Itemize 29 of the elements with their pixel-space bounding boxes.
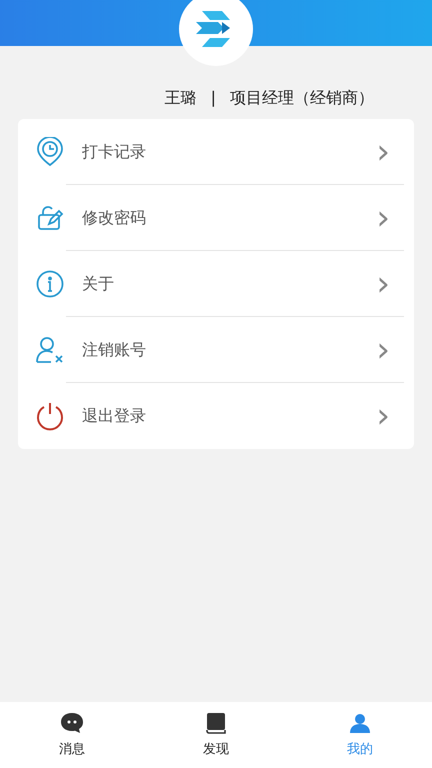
menu-item[interactable]: 退出登录 ›	[18, 383, 414, 449]
menu-label: 修改密码	[82, 208, 147, 228]
chevron-icon: ›	[376, 267, 390, 301]
edit-lock-icon	[36, 204, 64, 232]
user-icon	[349, 712, 371, 734]
menu-label: 打卡记录	[82, 142, 147, 162]
menu-item[interactable]: 打卡记录 ›	[18, 119, 414, 185]
user-role: 项目经理（经销商）	[230, 88, 374, 109]
user-remove-icon	[35, 336, 65, 364]
menu-label: 注销账号	[82, 340, 147, 360]
chevron-icon: ›	[376, 201, 390, 235]
menu-item[interactable]: 修改密码 ›	[18, 185, 414, 251]
power-icon	[35, 401, 65, 431]
nav-tab[interactable]: 我的	[288, 702, 432, 768]
menu-item[interactable]: 注销账号 ›	[18, 317, 414, 383]
chevron-icon: ›	[376, 333, 390, 367]
menu-label: 退出登录	[82, 406, 147, 426]
nav-tab[interactable]: 消息	[0, 702, 144, 768]
chevron-icon: ›	[376, 399, 390, 433]
chevron-icon: ›	[376, 135, 390, 169]
book-icon	[205, 712, 227, 734]
clock-pin-icon	[36, 137, 64, 167]
separator: |	[210, 88, 216, 109]
info-icon	[36, 270, 64, 298]
menu-item[interactable]: 关于 ›	[18, 251, 414, 317]
chat-icon	[60, 712, 84, 734]
menu-label: 关于	[82, 274, 115, 294]
nav-tab[interactable]: 发现	[144, 702, 288, 768]
user-name: 王璐	[164, 88, 197, 109]
